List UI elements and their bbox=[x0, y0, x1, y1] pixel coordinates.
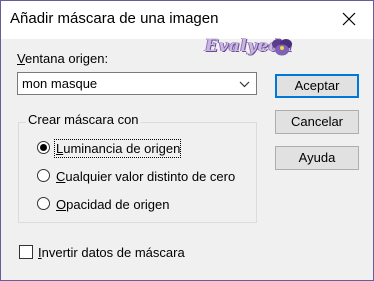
radio-source-opacity[interactable] bbox=[37, 197, 50, 210]
source-window-select[interactable]: mon masque bbox=[17, 72, 257, 95]
invert-mask-label[interactable]: Invertir datos de máscara bbox=[38, 245, 185, 260]
radio-selected-dot bbox=[40, 144, 47, 151]
radio-luminance[interactable] bbox=[37, 141, 50, 154]
close-button[interactable] bbox=[327, 1, 373, 37]
close-icon bbox=[342, 12, 356, 26]
chevron-down-icon bbox=[239, 81, 250, 88]
radio-luminance-label[interactable]: Luminancia de origen bbox=[56, 141, 180, 156]
source-window-label: Ventana origen: bbox=[17, 51, 109, 66]
watermark-logo: Evalyeda bbox=[199, 34, 299, 64]
source-window-value: mon masque bbox=[22, 76, 98, 91]
radio-any-nonzero[interactable] bbox=[37, 169, 50, 182]
create-mask-group-label: Crear máscara con bbox=[26, 112, 141, 127]
radio-any-nonzero-label[interactable]: Cualquier valor distinto de cero bbox=[56, 169, 235, 184]
pansy-flower-icon bbox=[272, 39, 292, 56]
title-bar: Añadir máscara de una imagen bbox=[1, 1, 373, 39]
dialog-title: Añadir máscara de una imagen bbox=[10, 10, 219, 27]
radio-source-opacity-label[interactable]: Opacidad de origen bbox=[56, 197, 169, 212]
accept-button[interactable]: Aceptar bbox=[275, 74, 359, 98]
invert-mask-checkbox[interactable] bbox=[19, 245, 33, 259]
cancel-button[interactable]: Cancelar bbox=[275, 110, 359, 134]
mask-dialog: Añadir máscara de una imagen Evalyeda Ve… bbox=[0, 0, 374, 281]
help-button[interactable]: Ayuda bbox=[275, 146, 359, 170]
